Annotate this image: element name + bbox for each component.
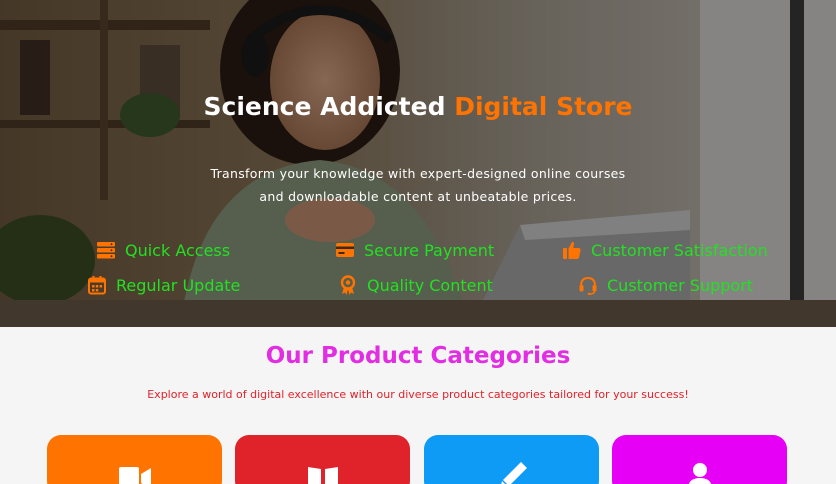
credit-card-icon bbox=[336, 243, 354, 257]
feature-label: Quick Access bbox=[125, 240, 231, 260]
book-icon bbox=[307, 467, 338, 484]
feature-customer-support: Customer Support bbox=[578, 275, 753, 295]
categories-title: Our Product Categories bbox=[265, 343, 571, 369]
categories-subtitle: Explore a world of digital excellence wi… bbox=[147, 388, 689, 401]
video-camera-icon bbox=[118, 467, 151, 484]
user-icon bbox=[688, 463, 711, 484]
feature-label: Secure Payment bbox=[364, 240, 495, 260]
category-card-user[interactable] bbox=[612, 435, 787, 484]
hero-description: Transform your knowledge with expert-des… bbox=[210, 166, 626, 204]
thumbs-up-icon bbox=[563, 241, 581, 259]
hero-title-accent: Digital Store bbox=[454, 92, 633, 121]
category-card-video[interactable] bbox=[47, 435, 222, 484]
category-card-books[interactable] bbox=[235, 435, 410, 484]
hero-banner: Science Addicted Digital Store Transform… bbox=[0, 0, 836, 327]
headset-icon bbox=[579, 276, 597, 295]
hero-title: Science Addicted Digital Store bbox=[0, 92, 836, 121]
pencil-icon bbox=[500, 462, 527, 484]
feature-label: Quality Content bbox=[367, 275, 493, 295]
feature-secure-payment: Secure Payment bbox=[335, 240, 494, 260]
award-icon bbox=[340, 275, 356, 295]
server-icon bbox=[97, 242, 115, 259]
feature-quality-content: Quality Content bbox=[338, 275, 493, 295]
feature-quick-access: Quick Access bbox=[96, 240, 230, 260]
feature-regular-update: Regular Update bbox=[87, 275, 240, 295]
hero-title-main: Science Addicted bbox=[203, 92, 455, 121]
feature-label: Customer Satisfaction bbox=[591, 240, 768, 260]
feature-label: Regular Update bbox=[116, 275, 241, 295]
feature-customer-satisfaction: Customer Satisfaction bbox=[562, 240, 768, 260]
product-categories-section: Our Product Categories Explore a world o… bbox=[0, 327, 836, 484]
calendar-icon bbox=[88, 276, 106, 295]
feature-label: Customer Support bbox=[607, 275, 754, 295]
category-card-writing[interactable] bbox=[424, 435, 599, 484]
